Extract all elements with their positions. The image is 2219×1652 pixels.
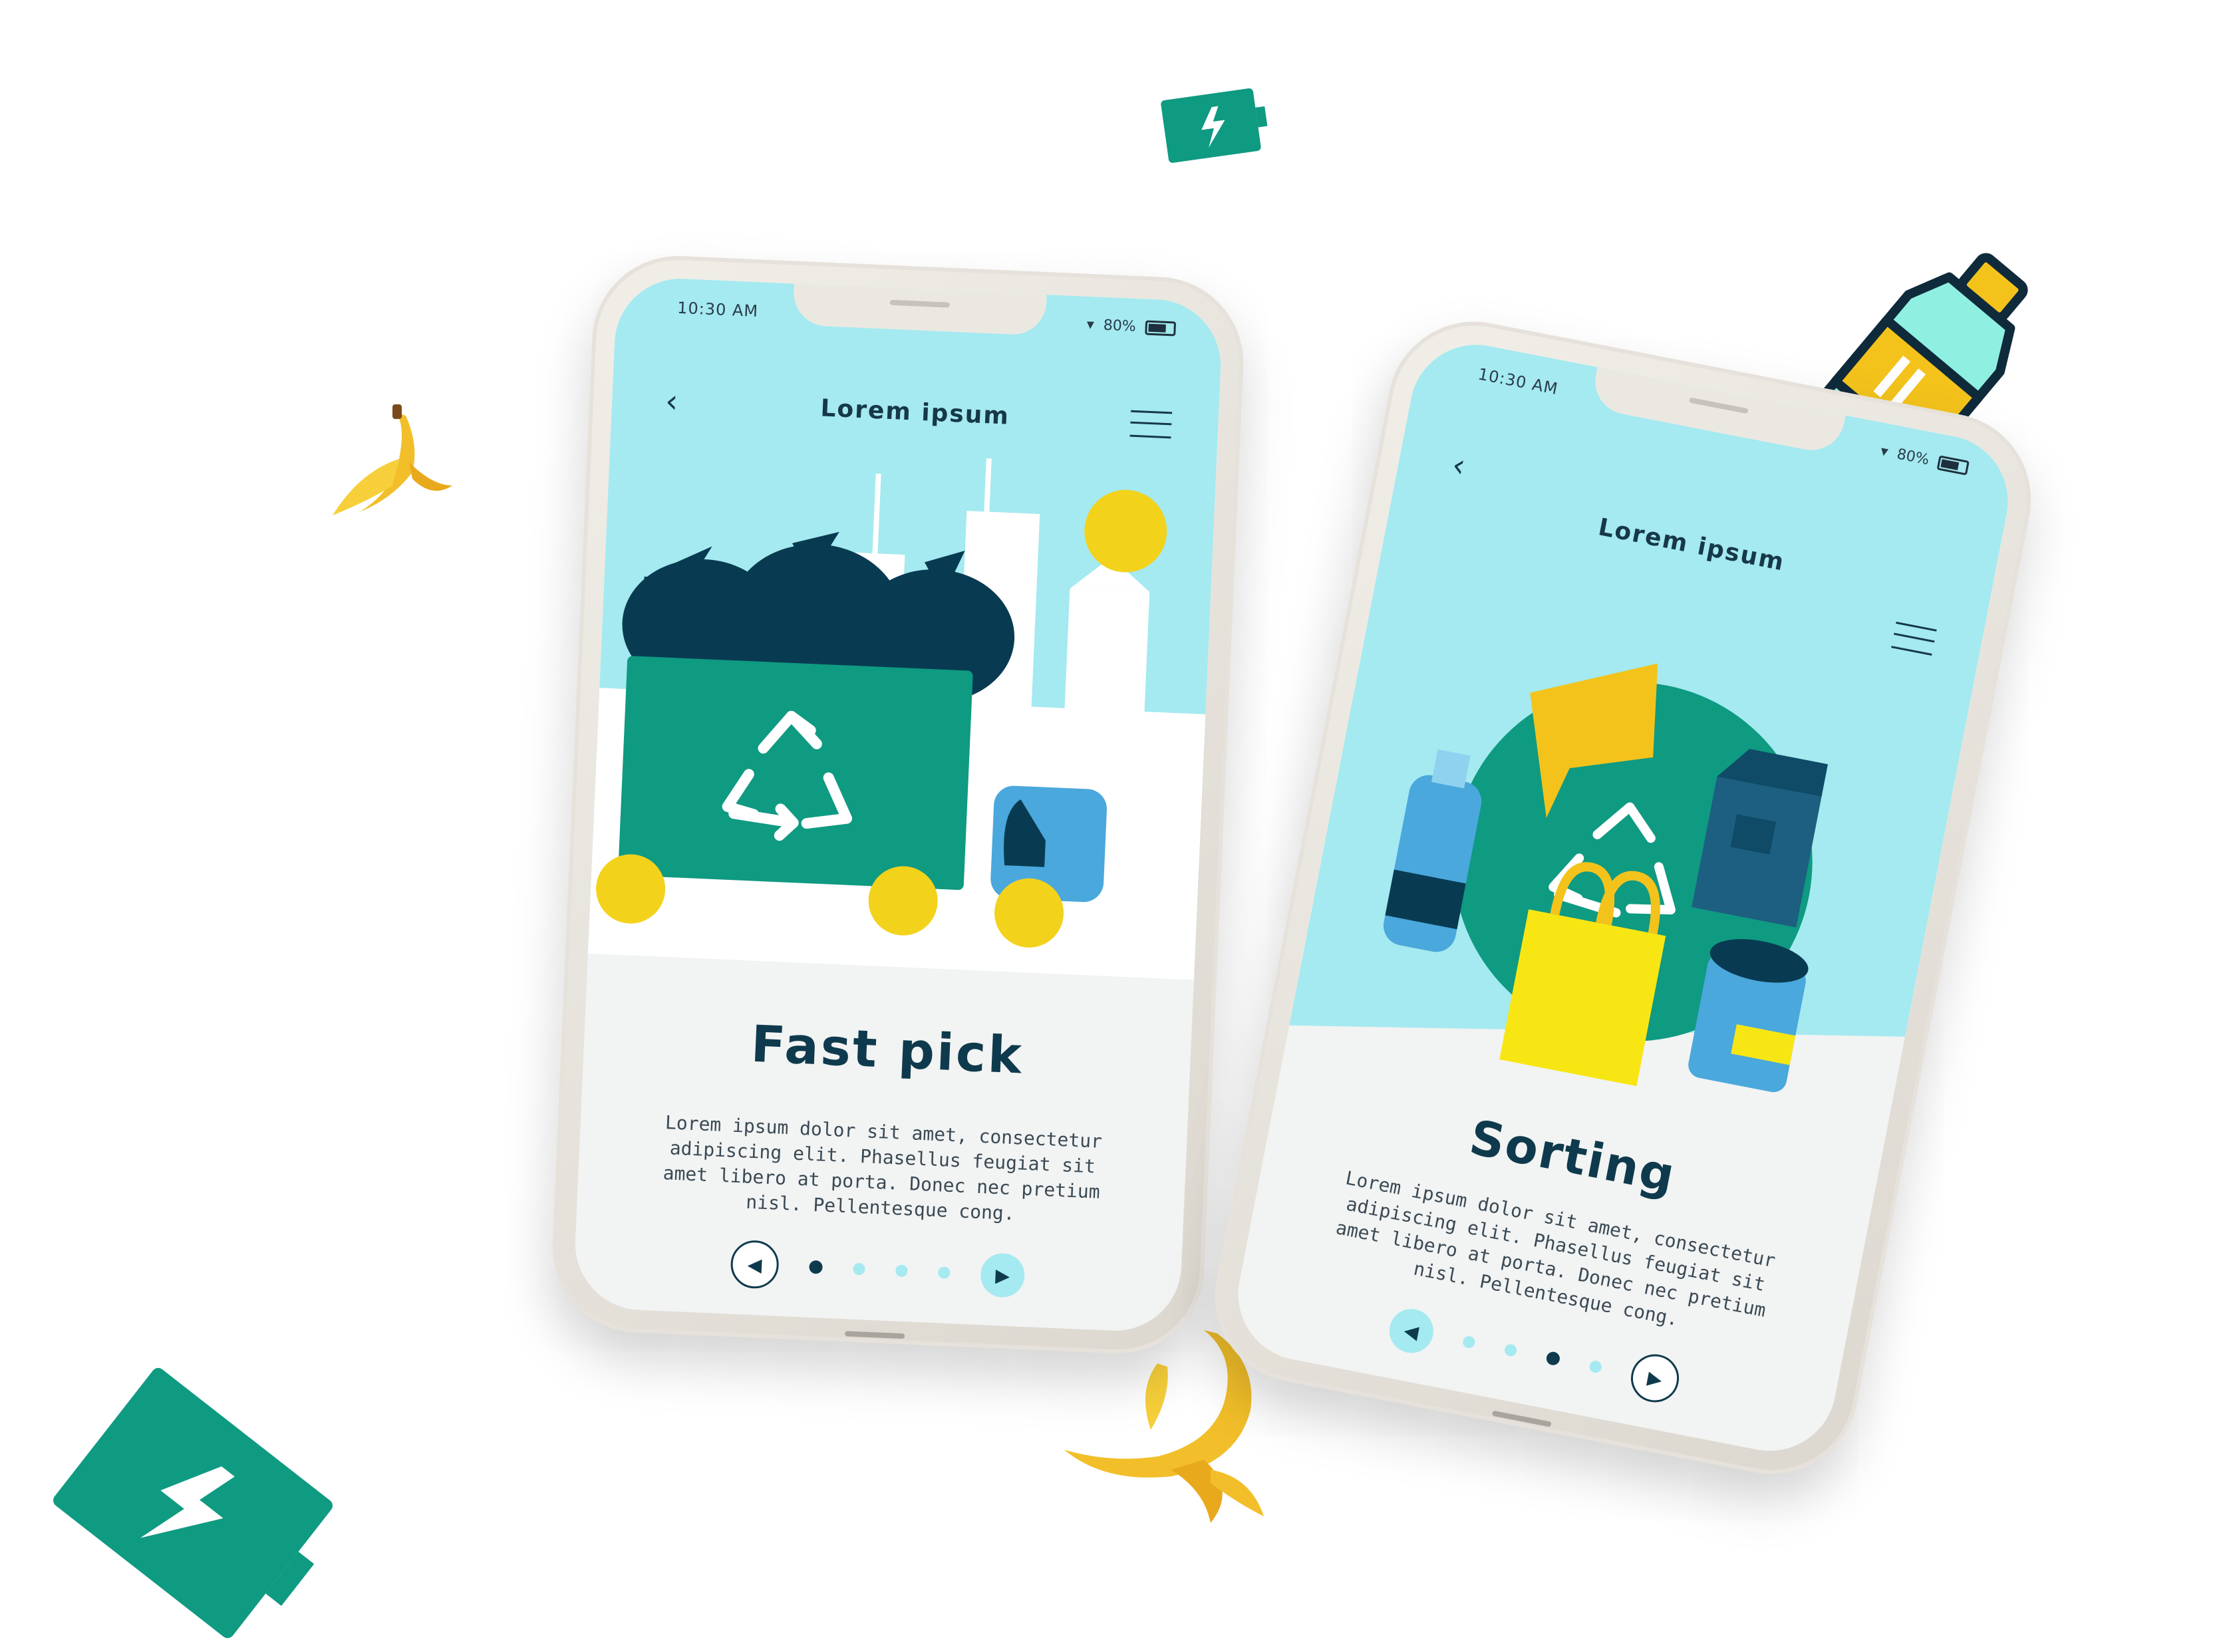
prev-icon: ◀	[747, 1253, 763, 1276]
pager-dot[interactable]	[809, 1260, 823, 1274]
next-icon: ▶	[1646, 1366, 1664, 1391]
slide-description: Lorem ipsum dolor sit amet, consectetur …	[663, 1111, 1103, 1225]
pager-dot[interactable]	[895, 1264, 908, 1278]
prev-icon: ◀	[1402, 1319, 1421, 1343]
back-arrow-icon[interactable]: ‹	[665, 382, 699, 420]
pager-dot[interactable]	[1545, 1350, 1561, 1367]
banana-peel-icon	[333, 404, 452, 515]
back-arrow-icon[interactable]: ‹	[1449, 446, 1489, 487]
battery-icon	[53, 1367, 333, 1639]
next-button[interactable]: ▶	[1626, 1350, 1684, 1407]
onboarding-pager: ◀ ▶	[573, 1232, 1181, 1307]
prev-button[interactable]: ◀	[1386, 1305, 1437, 1357]
status-time: 10:30 AM	[676, 298, 759, 321]
phone-bottom-port	[1491, 1410, 1552, 1427]
battery-icon	[1161, 88, 1268, 163]
battery-percent: 80%	[1103, 317, 1137, 335]
battery-status-icon	[1145, 320, 1177, 337]
pager-dot[interactable]	[1503, 1343, 1518, 1357]
pager-dot[interactable]	[1461, 1335, 1476, 1349]
phone-screen: 10:30 AM ▾ 80% ‹ Lorem ipsum Sorting Lor…	[1227, 333, 2019, 1462]
phone-mockup-left: 10:30 AM ▾ 80% ‹ Lorem ipsum Fast pick L…	[549, 252, 1247, 1357]
menu-icon[interactable]	[1129, 410, 1173, 439]
phone-screen: 10:30 AM ▾ 80% ‹ Lorem ipsum Fast pick L…	[572, 275, 1224, 1334]
pager-dot[interactable]	[1588, 1359, 1603, 1374]
wifi-icon: ▾	[1086, 316, 1095, 334]
phone-bottom-port	[845, 1331, 905, 1339]
slide-title: Fast pick	[750, 1014, 1025, 1085]
pager-dot[interactable]	[853, 1262, 865, 1276]
phone-mockup-right: 10:30 AM ▾ 80% ‹ Lorem ipsum Sorting Lor…	[1200, 307, 2046, 1489]
pager-dot[interactable]	[937, 1266, 951, 1280]
next-button[interactable]: ▶	[979, 1252, 1026, 1298]
prev-button[interactable]: ◀	[730, 1239, 780, 1290]
next-icon: ▶	[994, 1264, 1010, 1287]
header-title: Lorem ipsum	[819, 394, 1010, 430]
